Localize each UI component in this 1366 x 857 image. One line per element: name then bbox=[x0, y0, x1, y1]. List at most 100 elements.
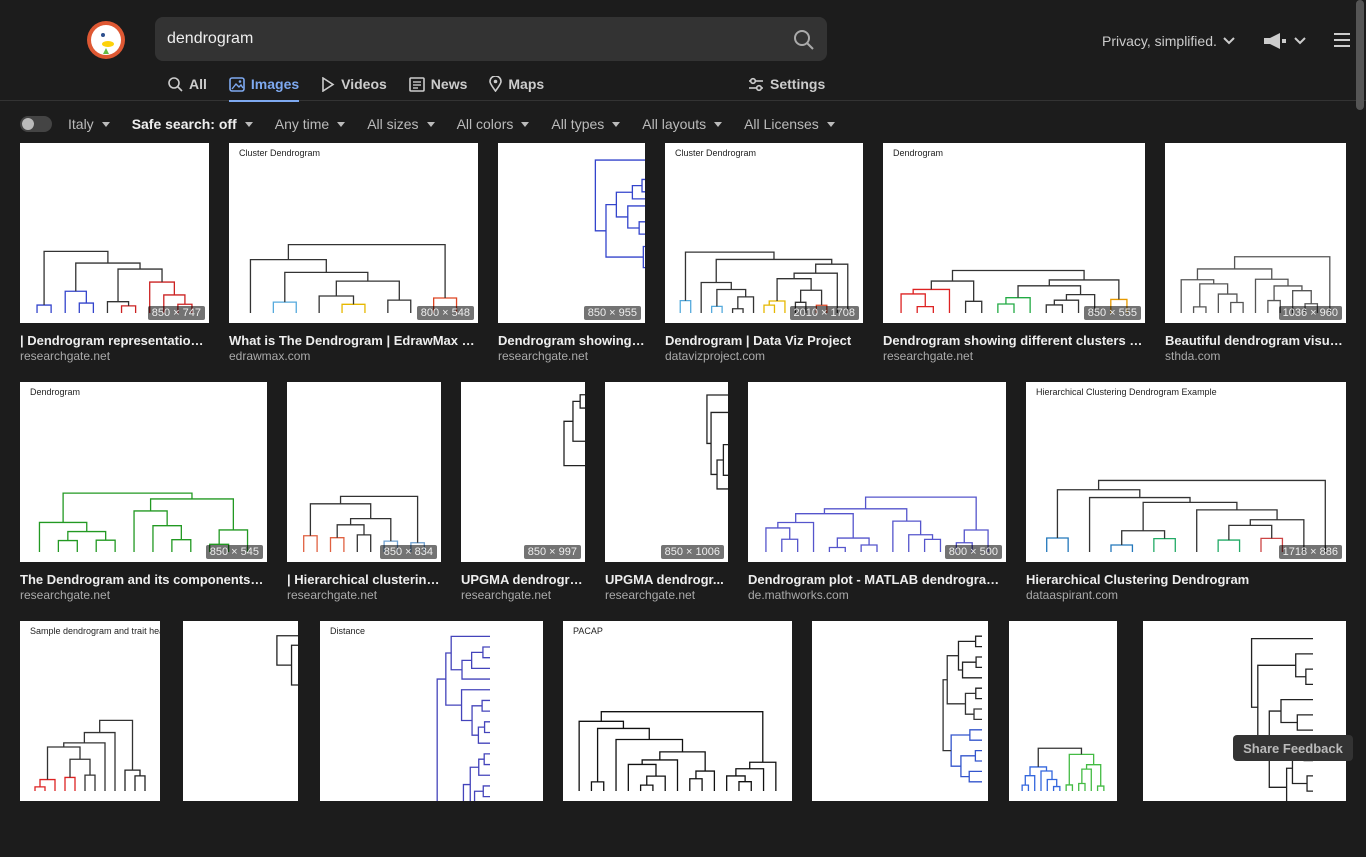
duckduckgo-logo[interactable] bbox=[86, 20, 126, 60]
share-feedback-button[interactable]: Share Feedback bbox=[1233, 735, 1353, 761]
result-title[interactable]: What is The Dendrogram | EdrawMax O... bbox=[229, 333, 478, 348]
search-icon[interactable] bbox=[793, 29, 815, 51]
thumbnail-caption: Cluster Dendrogram bbox=[239, 148, 320, 158]
region-filter[interactable]: Italy bbox=[20, 116, 110, 132]
region-toggle[interactable] bbox=[20, 116, 52, 132]
dendrogram-branch bbox=[290, 644, 298, 686]
result-source[interactable]: de.mathworks.com bbox=[748, 588, 1006, 602]
dendrogram-branch bbox=[1046, 537, 1069, 552]
result-title[interactable]: Beautiful dendrogram visual... bbox=[1165, 333, 1346, 348]
image-result[interactable] bbox=[1009, 621, 1117, 857]
dendrogram-branch bbox=[615, 191, 633, 218]
result-title[interactable]: Dendrogram | Data Viz Project bbox=[665, 333, 863, 348]
dendrogram-branch bbox=[836, 537, 870, 548]
search-input[interactable] bbox=[167, 17, 767, 61]
dendrogram-branch bbox=[923, 538, 942, 552]
result-source[interactable]: researchgate.net bbox=[461, 588, 585, 602]
tab-videos[interactable]: Videos bbox=[321, 74, 387, 94]
safe-search-filter[interactable]: Safe search: off bbox=[132, 116, 253, 132]
result-source[interactable]: dataaspirant.com bbox=[1026, 588, 1346, 602]
result-thumbnail[interactable]: PACAP bbox=[563, 621, 792, 801]
image-result[interactable]: Hierarchical Clustering Dendrogram Examp… bbox=[1026, 382, 1346, 618]
scrollbar-thumb[interactable] bbox=[1356, 0, 1364, 110]
result-title[interactable]: Dendrogram showing t... bbox=[498, 333, 645, 348]
image-result[interactable]: 1036 × 960 Beautiful dendrogram visual...… bbox=[1165, 143, 1346, 379]
result-title[interactable]: | Hierarchical clustering ... bbox=[287, 572, 441, 587]
image-result[interactable]: Cluster Dendrogram 800 × 548 What is The D… bbox=[229, 143, 478, 379]
result-thumbnail[interactable]: 800 × 500 bbox=[748, 382, 1006, 562]
announcements-menu[interactable] bbox=[1262, 32, 1306, 50]
dendrogram-branch bbox=[572, 400, 585, 442]
result-thumbnail[interactable]: Hierarchical Clustering Dendrogram Examp… bbox=[1026, 382, 1346, 562]
image-result[interactable]: Dendrogram 850 × 555 Dendrogram showing di… bbox=[883, 143, 1145, 379]
result-thumbnail[interactable] bbox=[812, 621, 988, 801]
dendrogram-branch bbox=[460, 689, 490, 722]
result-thumbnail[interactable]: 1036 × 960 bbox=[1165, 143, 1346, 323]
result-source[interactable]: sthda.com bbox=[1165, 349, 1346, 363]
result-thumbnail[interactable]: Dendrogram 850 × 555 bbox=[883, 143, 1145, 323]
dendrogram-branch bbox=[152, 525, 182, 552]
result-title[interactable]: Dendrogram showing different clusters an… bbox=[883, 333, 1145, 348]
image-result[interactable]: Sample dendrogram and trait heatmap bbox=[20, 621, 160, 857]
result-source[interactable]: datavizproject.com bbox=[665, 349, 863, 363]
result-thumbnail[interactable]: Cluster Dendrogram 800 × 548 bbox=[229, 143, 478, 323]
result-thumbnail[interactable]: Sample dendrogram and trait heatmap bbox=[20, 621, 160, 801]
result-thumbnail[interactable]: Dendrogram 850 × 545 bbox=[20, 382, 267, 562]
dendrogram-branch bbox=[968, 770, 982, 783]
size-filter[interactable]: All sizes bbox=[367, 116, 435, 132]
result-thumbnail[interactable] bbox=[1009, 621, 1117, 801]
image-result[interactable]: 800 × 500 Dendrogram plot - MATLAB dendro… bbox=[748, 382, 1006, 618]
result-title[interactable]: UPGMA dendrogra... bbox=[461, 572, 585, 587]
result-source[interactable]: edrawmax.com bbox=[229, 349, 478, 363]
result-title[interactable]: | Dendrogram representation ... bbox=[20, 333, 209, 348]
result-thumbnail[interactable]: 850 × 834 bbox=[287, 382, 441, 562]
image-result[interactable]: Distance bbox=[320, 621, 543, 857]
thumbnail-caption: Dendrogram bbox=[30, 387, 80, 397]
privacy-menu[interactable]: Privacy, simplified. bbox=[1102, 33, 1235, 49]
result-thumbnail[interactable]: 850 × 955 bbox=[498, 143, 645, 323]
result-thumbnail[interactable] bbox=[183, 621, 298, 801]
dendrogram-branch bbox=[892, 520, 922, 552]
image-result[interactable]: Dendrogram 850 × 545 The Dendrogram and it… bbox=[20, 382, 267, 618]
color-filter[interactable]: All colors bbox=[457, 116, 530, 132]
caret-down-icon bbox=[612, 121, 621, 127]
search-box[interactable] bbox=[155, 17, 827, 61]
image-result[interactable]: PACAP bbox=[563, 621, 792, 857]
tab-images[interactable]: Images bbox=[228, 74, 300, 102]
result-thumbnail[interactable]: Distance bbox=[320, 621, 543, 801]
layout-filter[interactable]: All layouts bbox=[642, 116, 723, 132]
time-filter[interactable]: Any time bbox=[275, 116, 346, 132]
result-thumbnail[interactable]: 850 × 747 bbox=[20, 143, 209, 323]
result-source[interactable]: researchgate.net bbox=[883, 349, 1145, 363]
result-source[interactable]: researchgate.net bbox=[498, 349, 645, 363]
tab-news[interactable]: News bbox=[408, 74, 467, 94]
image-result[interactable]: 850 × 834 | Hierarchical clustering ... re… bbox=[287, 382, 441, 618]
result-source[interactable]: researchgate.net bbox=[20, 349, 209, 363]
image-result[interactable]: 850 × 997 UPGMA dendrogra... researchgate.… bbox=[461, 382, 585, 618]
type-filter[interactable]: All types bbox=[551, 116, 621, 132]
result-title[interactable]: Dendrogram plot - MATLAB dendrogram ... bbox=[748, 572, 1006, 587]
result-thumbnail[interactable]: 850 × 1006 bbox=[605, 382, 728, 562]
image-result[interactable] bbox=[183, 621, 298, 857]
result-thumbnail[interactable]: Cluster Dendrogram 2010 × 1708 bbox=[665, 143, 863, 323]
image-result[interactable]: 850 × 1006 UPGMA dendrogr... researchgate.… bbox=[605, 382, 728, 618]
image-result[interactable]: Cluster Dendrogram 2010 × 1708 Dendrogram … bbox=[665, 143, 863, 379]
license-filter[interactable]: All Licenses bbox=[744, 116, 835, 132]
image-result[interactable]: 850 × 955 Dendrogram showing t... research… bbox=[498, 143, 645, 379]
result-source[interactable]: researchgate.net bbox=[20, 588, 267, 602]
result-source[interactable]: researchgate.net bbox=[287, 588, 441, 602]
settings-button[interactable]: Settings bbox=[748, 76, 825, 92]
image-result[interactable]: 850 × 747 | Dendrogram representation ...… bbox=[20, 143, 209, 379]
image-result[interactable] bbox=[812, 621, 988, 857]
result-thumbnail[interactable] bbox=[1143, 621, 1346, 801]
result-title[interactable]: The Dendrogram and its components. | ... bbox=[20, 572, 267, 587]
result-thumbnail[interactable]: 850 × 997 bbox=[461, 382, 585, 562]
tab-maps[interactable]: Maps bbox=[489, 74, 544, 94]
search-icon bbox=[168, 76, 183, 92]
tab-all[interactable]: All bbox=[168, 74, 207, 94]
result-source[interactable]: researchgate.net bbox=[605, 588, 728, 602]
result-title[interactable]: UPGMA dendrogr... bbox=[605, 572, 728, 587]
dendrogram-branch bbox=[1196, 268, 1273, 280]
hamburger-menu-icon[interactable] bbox=[1334, 33, 1350, 47]
result-title[interactable]: Hierarchical Clustering Dendrogram bbox=[1026, 572, 1346, 587]
